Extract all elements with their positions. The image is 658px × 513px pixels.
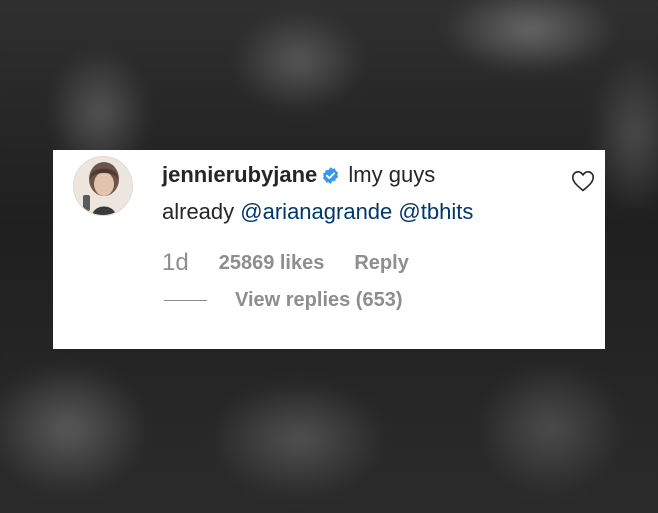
comment-username[interactable]: jennierubyjane <box>162 162 317 187</box>
comment-body-line2: already <box>162 199 235 224</box>
avatar[interactable] <box>73 156 133 216</box>
replies-divider-line <box>164 300 207 301</box>
comment-meta: 1d 25869 likes Reply <box>162 248 409 278</box>
comment-text: jennierubyjane lmy guys already @arianag… <box>162 158 562 229</box>
comment-card: jennierubyjane lmy guys already @arianag… <box>53 150 605 349</box>
mention-link-tbhits[interactable]: @tbhits <box>398 199 473 224</box>
mention-link-arianagrande[interactable]: @arianagrande <box>240 199 392 224</box>
verified-badge-icon <box>321 161 340 195</box>
avatar-image <box>74 157 132 215</box>
view-replies-label: View replies (653) <box>235 289 403 311</box>
like-button[interactable] <box>571 170 595 192</box>
comment-timestamp[interactable]: 1d <box>162 249 189 277</box>
view-replies-button[interactable]: View replies (653) <box>164 289 403 312</box>
comment-likes-count[interactable]: 25869 likes <box>219 252 325 275</box>
comment-body-line1: lmy guys <box>348 162 436 187</box>
heart-outline-icon <box>572 171 594 192</box>
reply-button[interactable]: Reply <box>354 252 408 275</box>
